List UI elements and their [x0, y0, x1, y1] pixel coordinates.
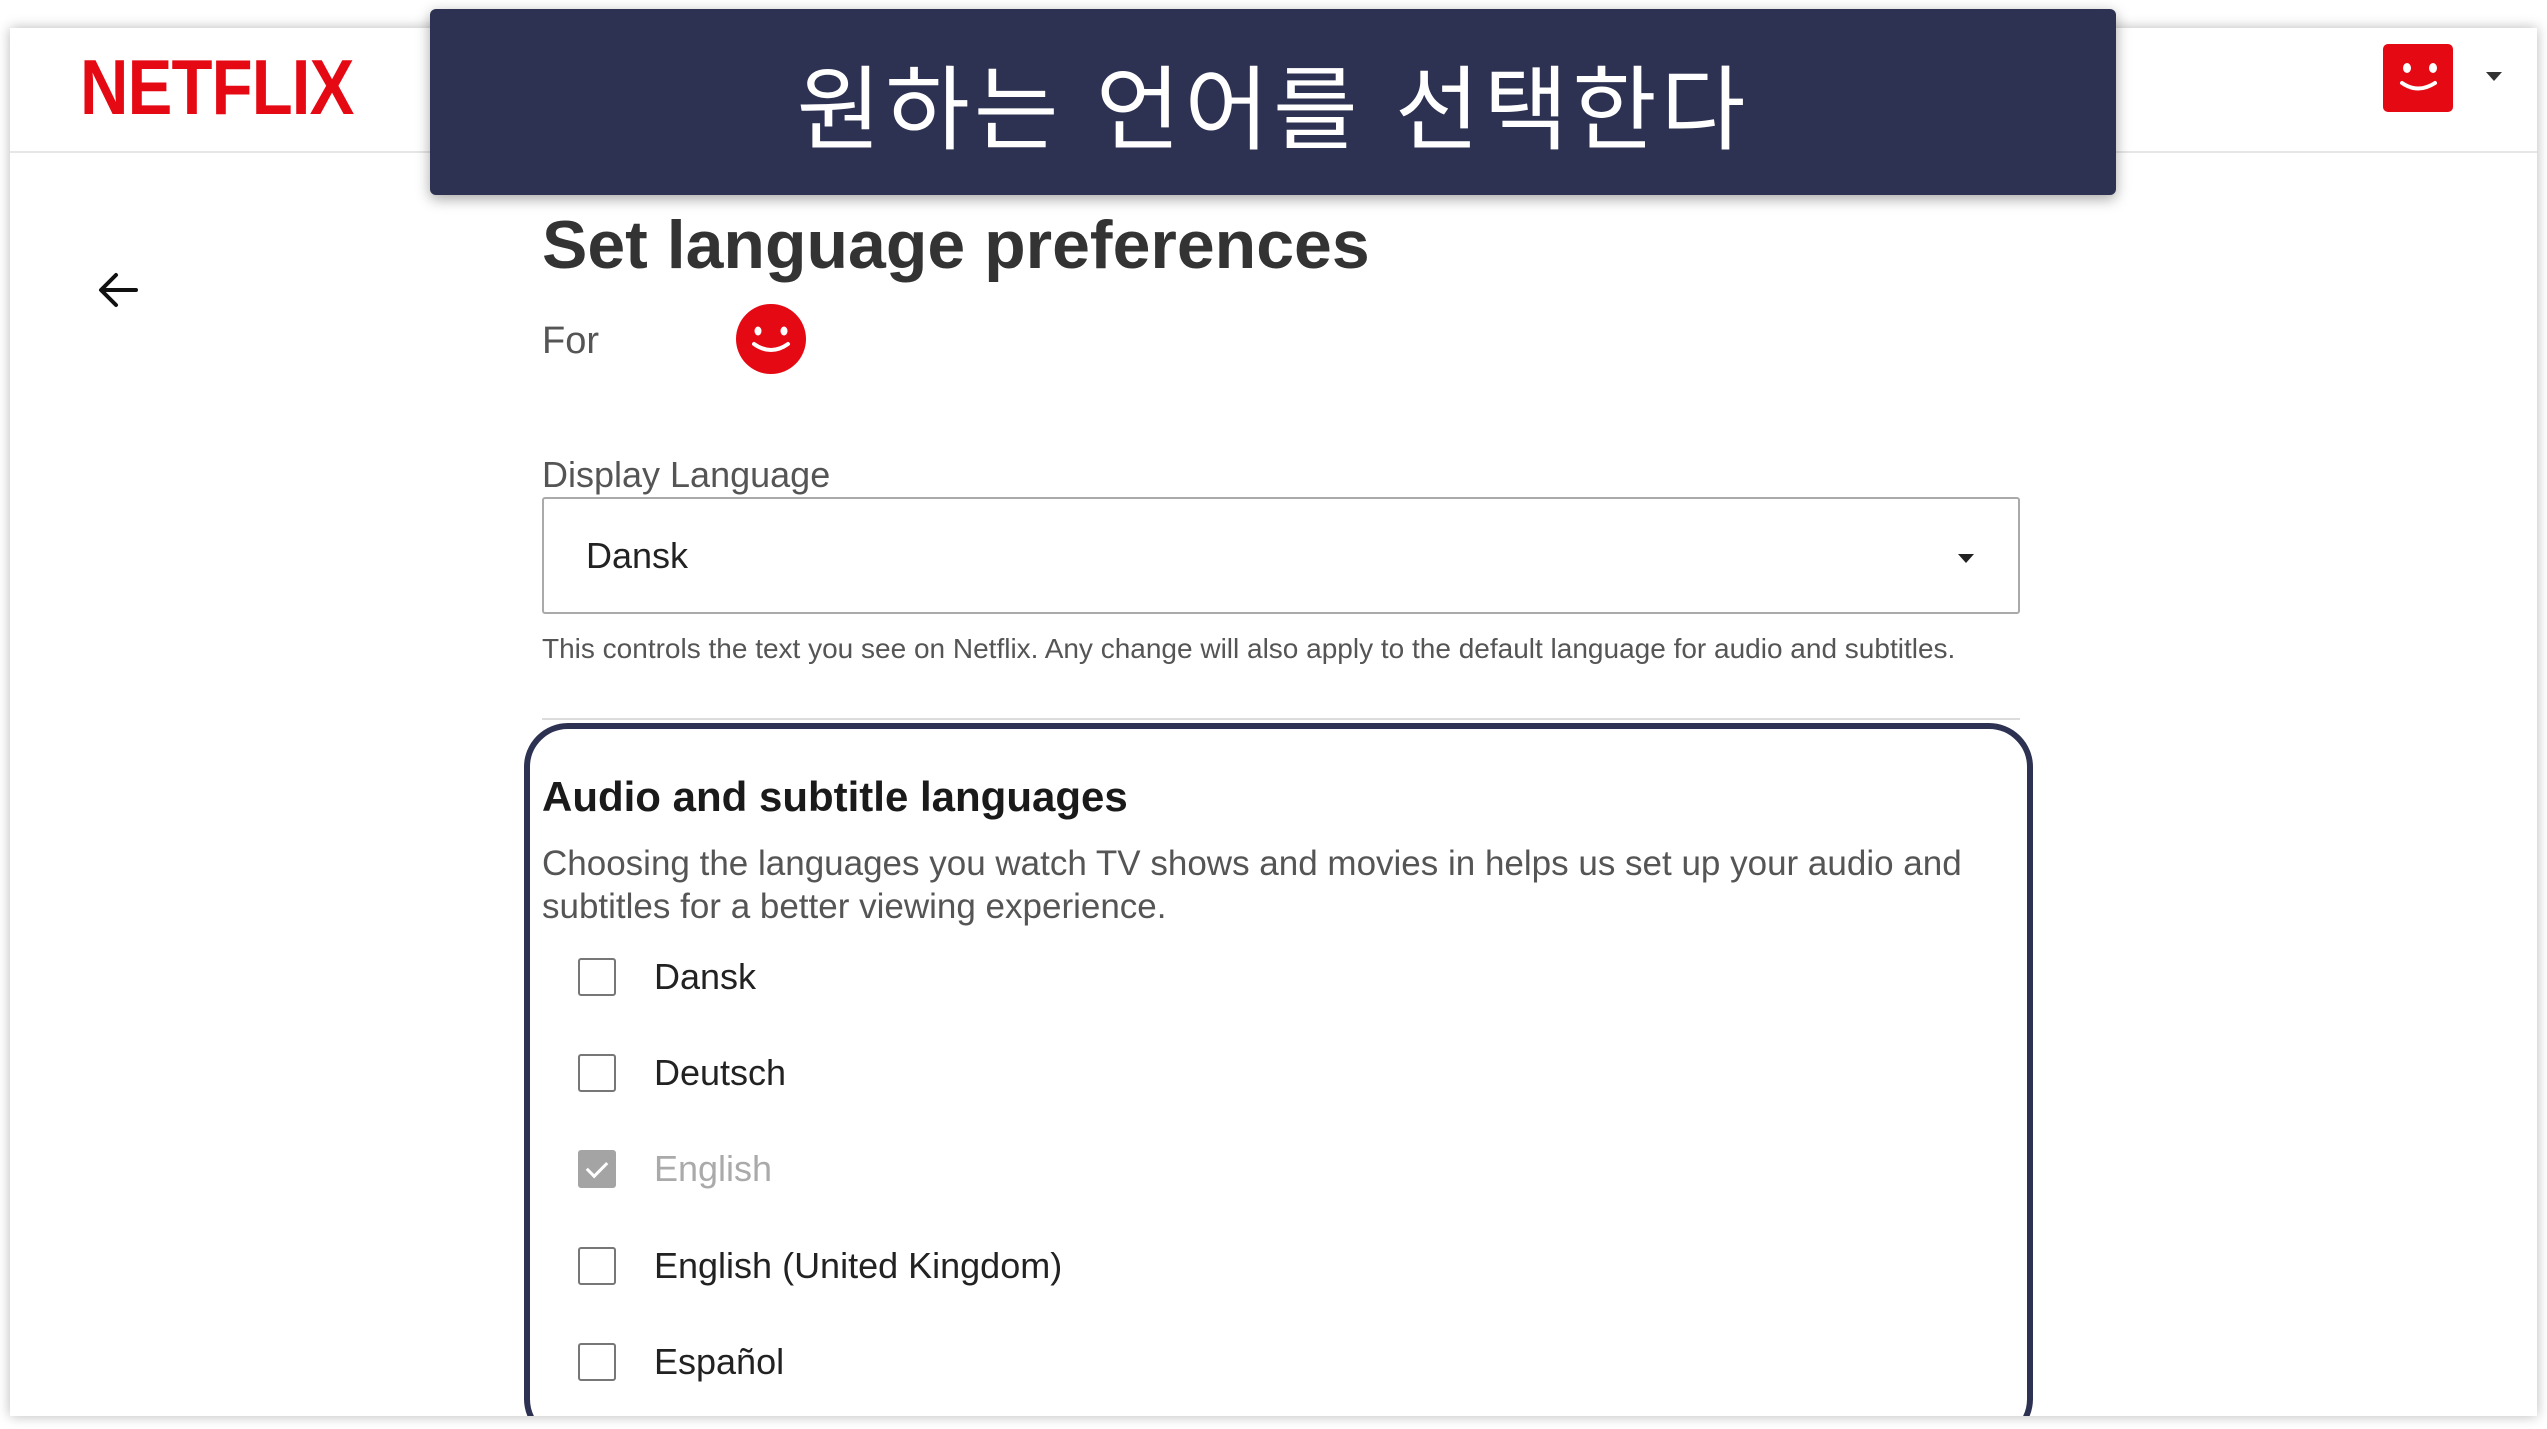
language-label: Deutsch — [654, 1052, 787, 1093]
profile-menu-caret-icon[interactable] — [2486, 72, 2502, 81]
checkbox[interactable] — [578, 1343, 616, 1381]
section-divider — [542, 718, 2020, 720]
display-language-select[interactable]: Dansk — [542, 497, 2020, 614]
smiley-avatar-icon — [2400, 63, 2437, 91]
checkbox[interactable] — [578, 1247, 616, 1285]
display-language-label: Display Language — [542, 454, 831, 495]
checkbox[interactable] — [578, 958, 616, 996]
audio-subtitle-title: Audio and subtitle languages — [542, 773, 1128, 820]
page-title: Set language preferences — [542, 207, 1370, 283]
checkbox[interactable] — [578, 1054, 616, 1092]
language-option-espanol[interactable]: Español — [578, 1337, 784, 1387]
audio-subtitle-description: Choosing the languages you watch TV show… — [542, 844, 1962, 926]
instruction-banner: 원하는 언어를 선택한다 — [430, 9, 2116, 195]
profile-avatar — [736, 304, 806, 374]
language-option-english: English — [578, 1144, 772, 1194]
language-option-deutsch[interactable]: Deutsch — [578, 1048, 786, 1098]
language-label: English — [654, 1148, 773, 1189]
chevron-down-icon — [1958, 554, 1974, 563]
display-language-helper: This controls the text you see on Netfli… — [542, 633, 1956, 664]
language-label: Español — [654, 1341, 785, 1382]
language-label: Dansk — [654, 956, 757, 997]
smiley-icon — [752, 326, 790, 352]
checkbox-checked-disabled — [578, 1150, 616, 1188]
language-option-english-uk[interactable]: English (United Kingdom) — [578, 1241, 1062, 1291]
profile-menu-avatar[interactable] — [2383, 44, 2453, 112]
language-label: English (United Kingdom) — [654, 1245, 1063, 1286]
netflix-logo[interactable]: NETFLIX — [80, 42, 354, 133]
netflix-window: NETFLIX Set language preferences For Dis… — [10, 28, 2537, 1416]
display-language-value: Dansk — [586, 535, 689, 576]
language-option-dansk[interactable]: Dansk — [578, 952, 756, 1002]
arrow-left-icon[interactable] — [88, 260, 148, 320]
for-label: For — [542, 320, 599, 362]
